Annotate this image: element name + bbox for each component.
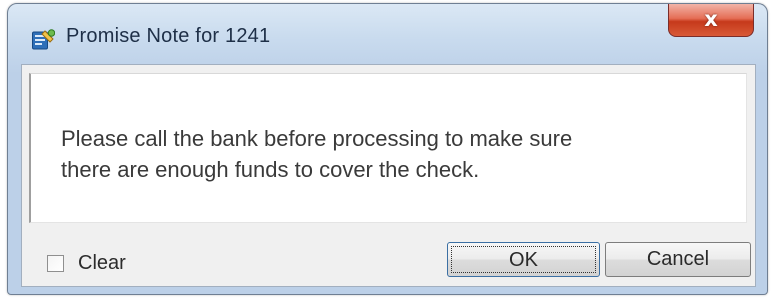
window-title: Promise Note for 1241 xyxy=(66,25,271,47)
promise-note-dialog: Promise Note for 1241 x Please call the … xyxy=(7,3,768,295)
ok-button-label: OK xyxy=(451,246,596,273)
title-bar[interactable]: Promise Note for 1241 x xyxy=(8,4,767,64)
message-line-2: there are enough funds to cover the chec… xyxy=(61,157,480,182)
message-panel: Please call the bank before processing t… xyxy=(29,73,747,223)
cancel-button[interactable]: Cancel xyxy=(605,242,751,277)
clear-checkbox[interactable]: Clear xyxy=(47,251,126,275)
app-icon xyxy=(31,28,56,52)
ok-button[interactable]: OK xyxy=(447,242,600,277)
close-button[interactable]: x xyxy=(668,4,754,37)
clear-checkbox-box[interactable] xyxy=(47,254,64,272)
message-line-1: Please call the bank before processing t… xyxy=(61,126,573,151)
clear-checkbox-label[interactable]: Clear xyxy=(78,252,126,275)
close-icon: x xyxy=(704,7,718,31)
dialog-client-area: Please call the bank before processing t… xyxy=(21,64,756,287)
